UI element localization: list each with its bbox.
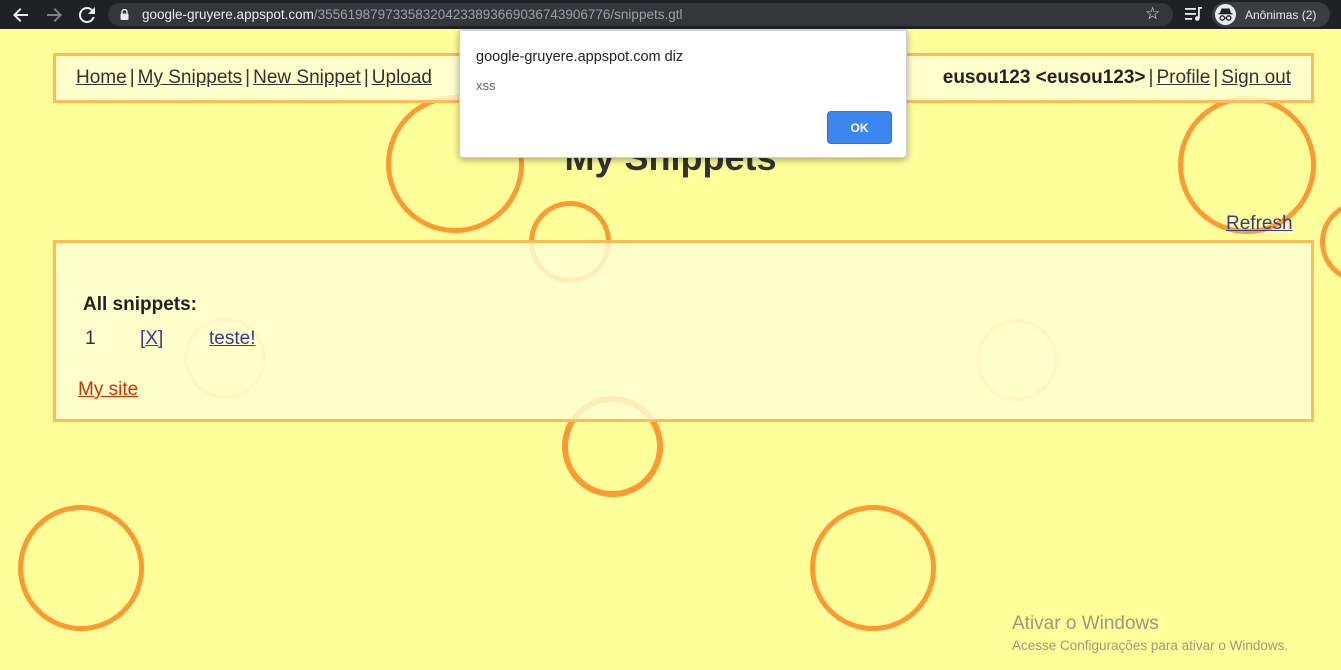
star-icon[interactable]: ☆ xyxy=(1145,4,1160,24)
menu-new-snippet-link[interactable]: New Snippet xyxy=(253,67,361,88)
snippet-link[interactable]: teste! xyxy=(209,328,255,350)
snippet-index: 1 xyxy=(85,328,96,349)
menu-profile-link[interactable]: Profile xyxy=(1156,67,1210,88)
decorative-circle xyxy=(810,505,936,631)
menu-separator: | xyxy=(245,67,251,88)
menu-separator: | xyxy=(129,67,135,88)
arrow-back-icon xyxy=(13,8,28,22)
reload-icon xyxy=(79,7,95,23)
incognito-icon xyxy=(1215,4,1236,25)
refresh-link[interactable]: Refresh xyxy=(1226,213,1293,235)
lock-icon xyxy=(120,9,129,20)
dialog-message: xss xyxy=(476,78,496,93)
browser-toolbar: google-gruyere.appspot.com/3556198797335… xyxy=(0,0,1341,29)
menu-sign-out-link[interactable]: Sign out xyxy=(1221,67,1291,88)
windows-activation-title: Ativar o Windows xyxy=(1012,613,1159,634)
menu-left: Home | My Snippets | New Snippet | Upload xyxy=(76,67,432,89)
arrow-forward-icon xyxy=(47,8,62,22)
decorative-circle xyxy=(18,505,144,631)
windows-activation-subtitle: Acesse Configurações para ativar o Windo… xyxy=(1012,638,1289,653)
url-text: google-gruyere.appspot.com/3556198797335… xyxy=(142,7,682,22)
dialog-title: google-gruyere.appspot.com diz xyxy=(476,49,684,65)
my-site-link[interactable]: My site xyxy=(78,379,138,401)
menu-separator: | xyxy=(1148,67,1154,88)
menu-home-link[interactable]: Home xyxy=(76,67,127,88)
back-button[interactable] xyxy=(10,4,32,26)
snippets-panel: All snippets: 1 [X] teste! My site xyxy=(53,240,1314,422)
url-path: /355619879733583204233893669036743906776… xyxy=(313,7,683,22)
url-host: google-gruyere.appspot.com xyxy=(142,7,314,22)
delete-snippet-link[interactable]: [X] xyxy=(140,328,163,350)
menu-separator: | xyxy=(1213,67,1219,88)
media-control-icon[interactable] xyxy=(1185,6,1203,22)
decorative-circle xyxy=(1320,201,1341,283)
profile-label: Anônimas (2) xyxy=(1245,7,1317,22)
menu-separator: | xyxy=(363,67,369,88)
address-bar[interactable]: google-gruyere.appspot.com/3556198797335… xyxy=(108,3,1173,26)
incognito-profile-button[interactable]: Anônimas (2) xyxy=(1212,2,1330,27)
alert-dialog: google-gruyere.appspot.com diz xss OK xyxy=(459,30,907,158)
forward-button[interactable] xyxy=(43,4,65,26)
dialog-ok-button[interactable]: OK xyxy=(827,111,892,144)
menu-right: eusou123 <eusou123> | Profile | Sign out xyxy=(943,67,1291,89)
all-snippets-heading: All snippets: xyxy=(83,294,198,315)
reload-button[interactable] xyxy=(76,4,98,26)
menu-upload-link[interactable]: Upload xyxy=(372,67,432,88)
user-label: eusou123 <eusou123> xyxy=(942,67,1146,88)
menu-my-snippets-link[interactable]: My Snippets xyxy=(138,67,243,88)
